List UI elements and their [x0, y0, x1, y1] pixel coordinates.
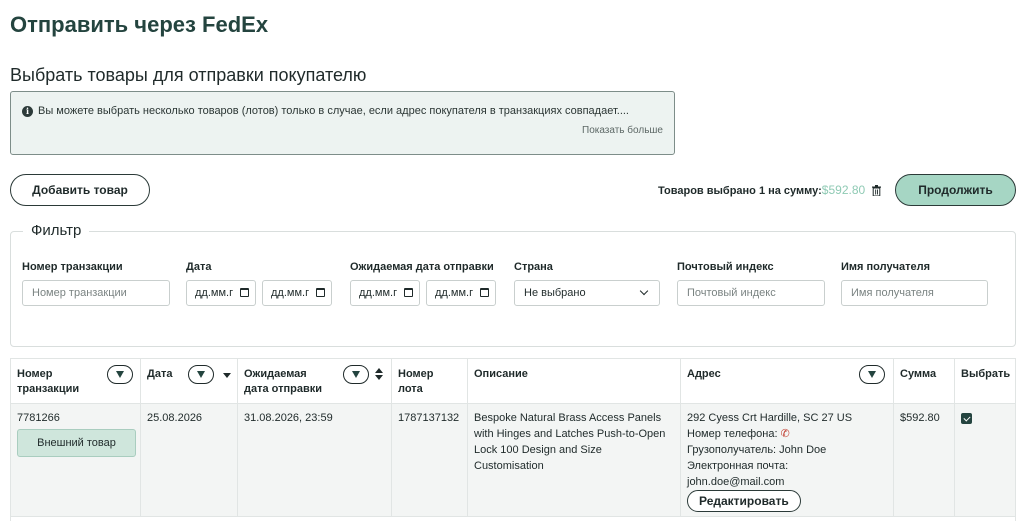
items-table: Номер транзакции Дата Ожидаемая дата отп… — [10, 358, 1016, 521]
phone-label: Номер телефона: — [687, 428, 778, 440]
header-transaction-line2: транзакции — [17, 383, 80, 395]
select-checkbox[interactable] — [961, 413, 972, 424]
filter-legend: Фильтр — [23, 222, 90, 239]
header-ship-date: Ожидаемая дата отправки — [238, 359, 392, 403]
page-title: Отправить через FedEx — [10, 12, 269, 37]
continue-button[interactable]: Продолжить — [895, 174, 1016, 206]
calendar-icon[interactable] — [480, 288, 489, 297]
date-from-text: дд.мм.г — [195, 287, 234, 299]
transaction-filter-input[interactable]: Номер транзакции — [22, 280, 170, 306]
header-amount: Сумма — [894, 359, 955, 403]
calendar-icon[interactable] — [404, 288, 413, 297]
cell-transaction: 7781266 Внешний товар — [11, 403, 141, 517]
email-label: Электронная почта: — [687, 460, 789, 472]
header-date: Дата — [141, 359, 238, 403]
selected-amount: $592.80 — [821, 183, 866, 197]
filter-icon[interactable] — [859, 365, 885, 384]
header-ship-line2: дата отправки — [244, 383, 323, 395]
country-value: Не выбрано — [524, 287, 586, 299]
cell-date: 25.08.2026 — [141, 403, 238, 517]
chevron-down-icon — [639, 286, 649, 296]
header-description: Описание — [468, 359, 681, 403]
ship-date-to-input[interactable]: дд.мм.г — [426, 280, 496, 306]
ship-from-text: дд.мм.г — [359, 287, 398, 299]
transaction-filter-label: Номер транзакции — [22, 261, 123, 273]
cell-lot: 1787137132 — [392, 403, 468, 517]
ship-to-text: дд.мм.г — [435, 287, 474, 299]
section-title: Выбрать товары для отправки покупателю — [10, 65, 367, 85]
calendar-icon[interactable] — [316, 288, 325, 297]
filter-icon[interactable] — [343, 365, 369, 384]
email-value: john.doe@mail.com — [687, 476, 785, 488]
ship-date-from-input[interactable]: дд.мм.г — [350, 280, 420, 306]
sort-down-icon[interactable] — [223, 373, 231, 378]
external-item-button[interactable]: Внешний товар — [17, 429, 136, 457]
info-icon: i — [22, 106, 33, 117]
header-select: Выбрать — [961, 368, 1011, 380]
info-text: Вы можете выбрать несколько товаров (лот… — [38, 105, 629, 117]
address-line: 292 Cyess Crt Hardille, SC 27 US — [687, 412, 853, 424]
country-filter-label: Страна — [514, 261, 553, 273]
header-transaction: Номер транзакции — [11, 359, 141, 403]
zip-filter-label: Почтовый индекс — [677, 261, 774, 273]
cell-description: Bespoke Natural Brass Access Panels with… — [468, 403, 681, 517]
header-lot: Номер лота — [392, 359, 468, 403]
selected-text: Товаров выбрано 1 на сумму: — [658, 185, 822, 197]
show-more-link[interactable]: Показать больше — [582, 125, 663, 136]
recipient-filter-label: Имя получателя — [841, 261, 930, 273]
recipient-filter-input[interactable]: Имя получателя — [841, 280, 988, 306]
header-address: Адрес — [681, 359, 894, 403]
info-box: i Вы можете выбрать несколько товаров (л… — [10, 91, 675, 155]
date-to-input[interactable]: дд.мм.г — [262, 280, 332, 306]
cell-select — [955, 403, 1015, 517]
filter-icon[interactable] — [188, 365, 214, 384]
cell-amount: $592.80 — [894, 403, 955, 517]
selected-summary: Товаров выбрано 1 на сумму:$592.80 — [658, 183, 882, 199]
date-filter-label: Дата — [186, 261, 212, 273]
trash-icon[interactable] — [872, 185, 882, 199]
country-select[interactable]: Не выбрано — [514, 280, 660, 306]
consignee-line: Грузополучатель: John Doe — [687, 444, 827, 456]
filter-icon[interactable] — [107, 365, 133, 384]
date-to-text: дд.мм.г — [271, 287, 310, 299]
cell-ship-date: 31.08.2026, 23:59 — [238, 403, 392, 517]
phone-line: Номер телефона: ✆ — [687, 426, 887, 442]
phone-icon[interactable]: ✆ — [781, 428, 790, 440]
cell-address: 292 Cyess Crt Hardille, SC 27 US Номер т… — [681, 403, 894, 517]
transaction-number: 7781266 — [17, 412, 60, 424]
ship-date-filter-label: Ожидаемая дата отправки — [350, 261, 494, 273]
edit-address-button[interactable]: Редактировать — [687, 490, 801, 512]
add-item-button[interactable]: Добавить товар — [10, 174, 150, 206]
calendar-icon[interactable] — [240, 288, 249, 297]
sort-icon[interactable] — [375, 368, 383, 381]
date-from-input[interactable]: дд.мм.г — [186, 280, 256, 306]
zip-filter-input[interactable]: Почтовый индекс — [677, 280, 825, 306]
header-address-label: Адрес — [687, 368, 721, 380]
